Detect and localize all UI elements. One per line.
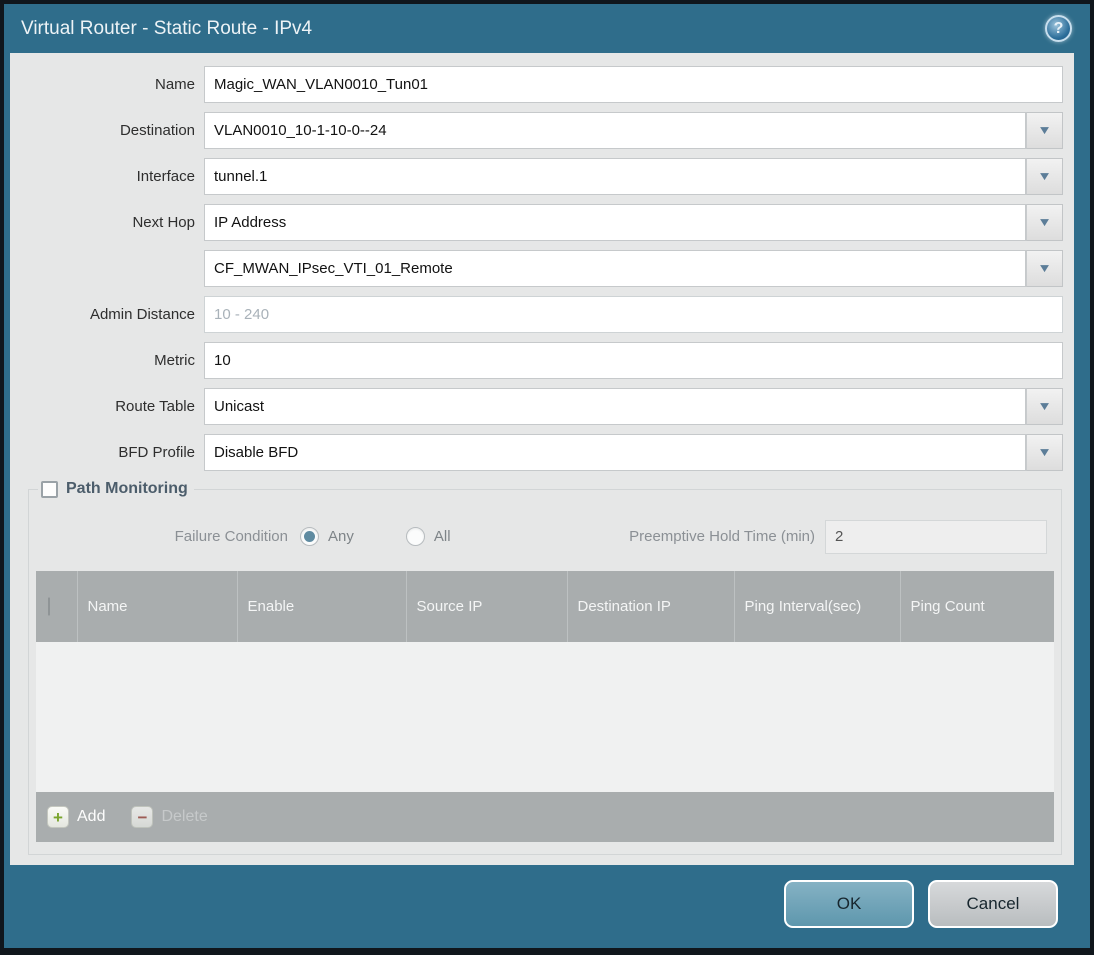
column-header-ping-count: Ping Count xyxy=(899,571,1054,642)
table-toolbar: + Add − Delete xyxy=(36,792,1054,842)
dialog-title: Virtual Router - Static Route - IPv4 xyxy=(21,18,313,39)
metric-row: Metric xyxy=(10,342,1063,379)
add-button-label: Add xyxy=(77,808,106,825)
select-all-checkbox[interactable] xyxy=(48,597,50,616)
route-table-label: Route Table xyxy=(115,398,195,415)
destination-label: Destination xyxy=(119,122,195,139)
failure-condition-all-option: All xyxy=(405,527,451,546)
destination-row: Destination ▼ xyxy=(10,112,1063,149)
admin-distance-label: Admin Distance xyxy=(89,306,195,323)
bfd-profile-input[interactable] xyxy=(204,434,1026,471)
chevron-down-icon: ▼ xyxy=(1037,261,1052,276)
path-monitoring-checkbox[interactable] xyxy=(41,480,58,498)
table-header-row: Name Enable Source IP Destination IP Pin… xyxy=(36,571,1054,642)
failure-condition-any-option: Any xyxy=(300,527,354,546)
next-hop-input[interactable] xyxy=(204,204,1026,241)
select-all-column xyxy=(36,571,77,642)
chevron-down-icon: ▼ xyxy=(1037,123,1052,138)
path-monitoring-section: Path Monitoring Failure Condition Any Al… xyxy=(28,480,1062,855)
route-table-dropdown-button[interactable]: ▼ xyxy=(1026,388,1063,425)
metric-input[interactable] xyxy=(204,342,1063,379)
next-hop-address-dropdown-button[interactable]: ▼ xyxy=(1026,250,1063,287)
minus-icon: − xyxy=(131,806,154,828)
radio-dot xyxy=(410,531,421,542)
delete-button[interactable]: − Delete xyxy=(131,806,208,828)
interface-label: Interface xyxy=(136,168,195,185)
chevron-down-icon: ▼ xyxy=(1037,215,1052,230)
next-hop-dropdown-button[interactable]: ▼ xyxy=(1026,204,1063,241)
bfd-profile-label: BFD Profile xyxy=(118,444,195,461)
help-icon[interactable]: ? xyxy=(1045,15,1072,42)
route-table-input[interactable] xyxy=(204,388,1026,425)
radio-any[interactable] xyxy=(300,527,319,546)
name-input[interactable] xyxy=(204,66,1063,103)
next-hop-row: Next Hop ▼ xyxy=(10,204,1063,241)
destination-input[interactable] xyxy=(204,112,1026,149)
interface-dropdown-button[interactable]: ▼ xyxy=(1026,158,1063,195)
metric-label: Metric xyxy=(154,352,195,369)
column-header-source-ip: Source IP xyxy=(405,571,567,642)
chevron-down-icon: ▼ xyxy=(1037,169,1052,184)
preemptive-hold-time-label: Preemptive Hold Time (min) xyxy=(629,528,815,545)
name-row: Name xyxy=(10,66,1063,103)
next-hop-address-row: ▼ xyxy=(10,250,1063,287)
bfd-profile-dropdown-button[interactable]: ▼ xyxy=(1026,434,1063,471)
dialog-body: Name Destination ▼ Interface ▼ xyxy=(10,53,1074,865)
radio-dot xyxy=(304,531,315,542)
name-label: Name xyxy=(154,76,195,93)
dialog-window: Virtual Router - Static Route - IPv4 ? N… xyxy=(4,4,1090,948)
help-icon-glyph: ? xyxy=(1053,19,1064,37)
radio-any-label: Any xyxy=(328,528,354,545)
column-header-enable: Enable xyxy=(236,571,406,642)
ok-button[interactable]: OK xyxy=(784,880,914,928)
admin-distance-input[interactable] xyxy=(204,296,1063,333)
failure-condition-row: Failure Condition Any All Preemptive Hol… xyxy=(36,518,1054,555)
delete-button-label: Delete xyxy=(161,808,208,825)
column-header-name: Name xyxy=(76,571,237,642)
cancel-button[interactable]: Cancel xyxy=(928,880,1058,928)
bfd-profile-row: BFD Profile ▼ xyxy=(10,434,1063,471)
path-monitoring-table: Name Enable Source IP Destination IP Pin… xyxy=(36,571,1054,642)
admin-distance-row: Admin Distance xyxy=(10,296,1063,333)
dialog-titlebar: Virtual Router - Static Route - IPv4 xyxy=(4,4,1090,54)
preemptive-hold-time-input[interactable] xyxy=(825,519,1047,554)
table-empty-body xyxy=(36,642,1054,792)
path-monitoring-legend: Path Monitoring xyxy=(38,480,194,498)
failure-condition-label: Failure Condition xyxy=(174,528,288,545)
interface-row: Interface ▼ xyxy=(10,158,1063,195)
next-hop-address-input[interactable] xyxy=(204,250,1026,287)
destination-dropdown-button[interactable]: ▼ xyxy=(1026,112,1063,149)
plus-icon: + xyxy=(47,806,69,828)
radio-all-label: All xyxy=(433,528,451,545)
interface-input[interactable] xyxy=(204,158,1026,195)
add-button[interactable]: + Add xyxy=(47,806,105,828)
chevron-down-icon: ▼ xyxy=(1037,399,1052,414)
path-monitoring-title: Path Monitoring xyxy=(66,480,188,497)
chevron-down-icon: ▼ xyxy=(1037,445,1052,460)
column-header-destination-ip: Destination IP xyxy=(566,571,734,642)
radio-all[interactable] xyxy=(405,527,425,546)
column-header-ping-interval: Ping Interval(sec) xyxy=(733,571,900,642)
route-table-row: Route Table ▼ xyxy=(10,388,1063,425)
next-hop-label: Next Hop xyxy=(132,214,195,231)
